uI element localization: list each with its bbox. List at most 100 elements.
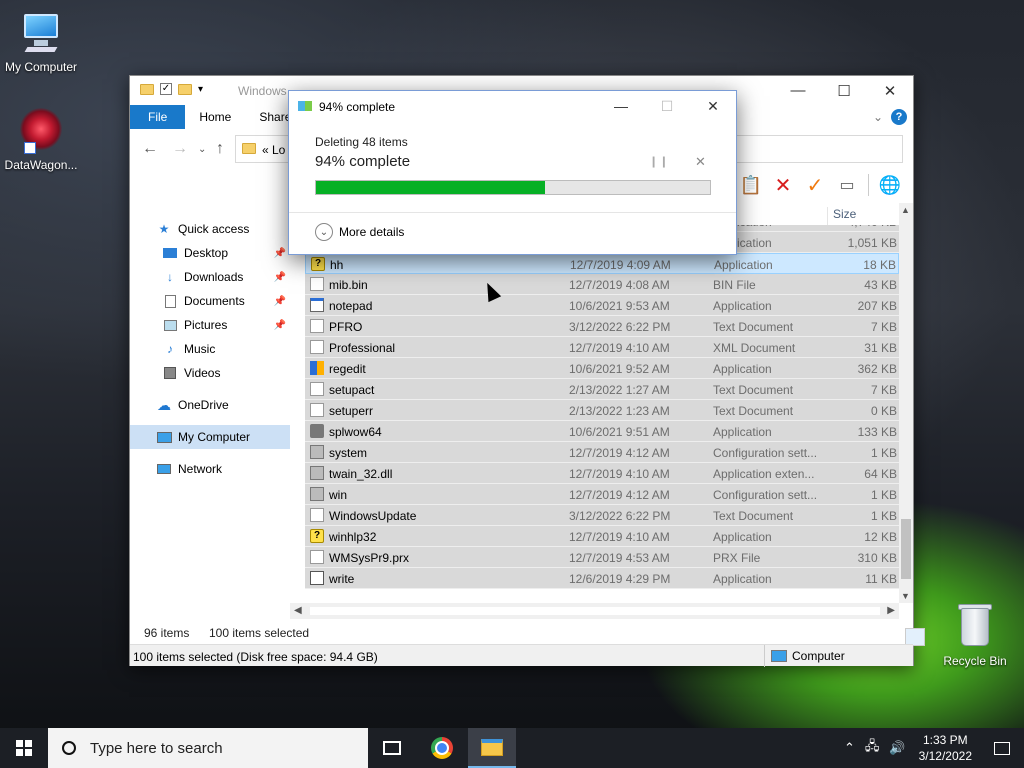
nav-item-my-computer[interactable]: My Computer bbox=[130, 425, 290, 449]
pin-icon[interactable]: 📌 bbox=[274, 248, 286, 259]
scroll-left-icon[interactable]: ◀ bbox=[294, 605, 302, 616]
nav-item-pictures[interactable]: Pictures 📌 bbox=[130, 313, 290, 337]
printer-icon bbox=[310, 424, 324, 438]
scroll-up-icon[interactable]: ▲ bbox=[901, 205, 910, 215]
delete-icon[interactable]: ✕ bbox=[772, 174, 794, 197]
minimize-button[interactable]: — bbox=[598, 91, 644, 121]
file-type: Text Document bbox=[713, 320, 794, 334]
tab-home[interactable]: Home bbox=[185, 105, 245, 129]
pin-icon[interactable]: 📌 bbox=[274, 320, 286, 331]
expand-ribbon-icon[interactable]: ⌄ bbox=[873, 110, 883, 124]
desktop-icon-my-computer[interactable]: My Computer bbox=[0, 10, 82, 74]
nav-item-onedrive[interactable]: ☁ OneDrive bbox=[130, 393, 290, 417]
computer-icon bbox=[156, 430, 172, 444]
tab-file[interactable]: File bbox=[130, 105, 186, 129]
nav-item-documents[interactable]: Documents 📌 bbox=[130, 289, 290, 313]
horizontal-scrollbar[interactable]: ◀ ▶ bbox=[290, 603, 899, 619]
properties-icon[interactable]: ✓ bbox=[160, 83, 172, 95]
nav-item-network[interactable]: Network bbox=[130, 457, 290, 481]
file-row[interactable]: WMSysPr9.prx 12/7/2019 4:53 AM PRX File 310… bbox=[305, 547, 899, 568]
pin-icon[interactable]: 📌 bbox=[274, 296, 286, 307]
start-button[interactable] bbox=[0, 728, 48, 768]
customize-toolbar-icon[interactable]: ▾ bbox=[198, 84, 203, 95]
document-icon bbox=[310, 319, 324, 333]
recent-locations-icon[interactable]: ⌄ bbox=[198, 144, 206, 155]
scroll-right-icon[interactable]: ▶ bbox=[887, 605, 895, 616]
chevron-up-icon[interactable]: ⌃ bbox=[844, 740, 855, 756]
file-row[interactable]: Professional 12/7/2019 4:10 AM XML Documen… bbox=[305, 337, 899, 358]
volume-icon[interactable]: 🔊 bbox=[889, 740, 905, 756]
file-name: mib.bin bbox=[329, 278, 368, 292]
nav-item-desktop[interactable]: Desktop 📌 bbox=[130, 241, 290, 265]
minimize-button[interactable]: — bbox=[775, 76, 821, 105]
network-icon[interactable]: 🖧 bbox=[865, 737, 880, 759]
nav-item-downloads[interactable]: ↓ Downloads 📌 bbox=[130, 265, 290, 289]
clock[interactable]: 1:33 PM 3/12/2022 bbox=[919, 732, 972, 764]
star-icon: ★ bbox=[158, 222, 170, 236]
file-row[interactable]: setupact 2/13/2022 1:27 AM Text Document 7 … bbox=[305, 379, 899, 400]
config-file-icon bbox=[310, 445, 324, 459]
close-button[interactable]: ✕ bbox=[690, 91, 736, 121]
nav-item-label: Music bbox=[184, 342, 216, 356]
new-folder-icon[interactable] bbox=[178, 83, 192, 95]
file-row[interactable]: mib.bin 12/7/2019 4:08 AM BIN File 43 KB bbox=[305, 274, 899, 295]
delete-progress-dialog: 94% complete — ☐ ✕ Deleting 48 items 94%… bbox=[288, 90, 737, 255]
file-type: Configuration sett... bbox=[713, 488, 818, 502]
desktop-icon-datawagon[interactable]: DataWagon... bbox=[0, 108, 82, 172]
custom-toolbar: 📋 ✕ ✓ ▭ 🌐 bbox=[740, 174, 901, 197]
progress-bar-fill bbox=[316, 181, 545, 194]
checkmark-icon[interactable]: ✓ bbox=[804, 174, 826, 197]
scrollbar-thumb[interactable] bbox=[310, 607, 880, 615]
file-size: 31 KB bbox=[864, 341, 897, 355]
taskbar-file-explorer[interactable] bbox=[468, 728, 516, 768]
file-row[interactable]: win 12/7/2019 4:12 AM Configuration sett..… bbox=[305, 484, 899, 505]
file-row[interactable]: WindowsUpdate 3/12/2022 6:22 PM Text Docum… bbox=[305, 505, 899, 526]
file-row[interactable]: twain_32.dll 12/7/2019 4:10 AM Application… bbox=[305, 463, 899, 484]
file-size: 310 KB bbox=[857, 551, 897, 565]
file-row[interactable]: ? winhlp32 12/7/2019 4:10 AM Application 12 … bbox=[305, 526, 899, 547]
task-view-button[interactable] bbox=[368, 728, 416, 768]
pin-icon[interactable]: 📌 bbox=[274, 272, 286, 283]
file-name: splwow64 bbox=[329, 425, 382, 439]
nav-item-quick-access[interactable]: ★ Quick access bbox=[130, 217, 290, 241]
file-row[interactable]: PFRO 3/12/2022 6:22 PM Text Document 7 KB bbox=[305, 316, 899, 337]
close-button[interactable]: ✕ bbox=[867, 76, 913, 105]
file-size: 1,051 KB bbox=[847, 236, 897, 250]
scroll-down-icon[interactable]: ▼ bbox=[901, 591, 910, 601]
file-row[interactable]: setuperr 2/13/2022 1:23 AM Text Document 0 … bbox=[305, 400, 899, 421]
forward-icon[interactable]: → bbox=[172, 140, 188, 158]
file-date: 2/13/2022 1:23 AM bbox=[569, 404, 670, 418]
desktop-icon-recycle-bin[interactable]: Recycle Bin bbox=[934, 604, 1016, 668]
desktop-icon-label: Recycle Bin bbox=[943, 654, 1007, 668]
file-name: hh bbox=[330, 258, 344, 272]
cloud-icon: ☁ bbox=[157, 396, 171, 413]
taskbar-search-box[interactable]: Type here to search bbox=[48, 728, 368, 768]
back-icon[interactable]: ← bbox=[142, 140, 158, 158]
pause-icon[interactable]: ❙❙ bbox=[649, 155, 669, 168]
file-row[interactable]: ? hh 12/7/2019 4:09 AM Application 18 KB bbox=[305, 253, 899, 274]
taskbar-chrome[interactable] bbox=[418, 728, 466, 768]
nav-item-label: OneDrive bbox=[178, 398, 229, 412]
quick-access-toolbar: ✓ ▾ bbox=[140, 83, 203, 95]
scrollbar-thumb[interactable] bbox=[901, 519, 911, 579]
up-icon[interactable]: ↑ bbox=[216, 140, 224, 158]
system-tray: ⌃ 🖧 🔊 1:33 PM 3/12/2022 bbox=[839, 728, 1024, 768]
clock-time: 1:33 PM bbox=[922, 733, 968, 747]
file-row[interactable]: splwow64 10/6/2021 9:51 AM Application 133 … bbox=[305, 421, 899, 442]
nav-item-music[interactable]: ♪ Music bbox=[130, 337, 290, 361]
file-row[interactable]: regedit 10/6/2021 9:52 AM Application 362 K… bbox=[305, 358, 899, 379]
notifications-icon[interactable] bbox=[994, 741, 1010, 755]
cancel-icon[interactable]: ✕ bbox=[695, 154, 706, 170]
more-details-toggle[interactable]: ⌄ More details bbox=[315, 223, 404, 241]
nav-item-videos[interactable]: Videos bbox=[130, 361, 290, 385]
globe-icon[interactable]: 🌐 bbox=[879, 174, 901, 196]
file-row[interactable]: write 12/6/2019 4:29 PM Application 11 KB bbox=[305, 568, 899, 589]
maximize-button[interactable]: ☐ bbox=[821, 76, 867, 105]
rename-icon[interactable]: ▭ bbox=[836, 174, 858, 196]
help-icon[interactable]: ? bbox=[891, 109, 907, 125]
clipboard-icon[interactable]: 📋 bbox=[740, 174, 762, 196]
vertical-scrollbar[interactable]: ▲ ▼ bbox=[899, 203, 913, 603]
file-date: 3/12/2022 6:22 PM bbox=[569, 320, 671, 334]
file-row[interactable]: notepad 10/6/2021 9:53 AM Application 207 K… bbox=[305, 295, 899, 316]
file-row[interactable]: system 12/7/2019 4:12 AM Configuration set… bbox=[305, 442, 899, 463]
